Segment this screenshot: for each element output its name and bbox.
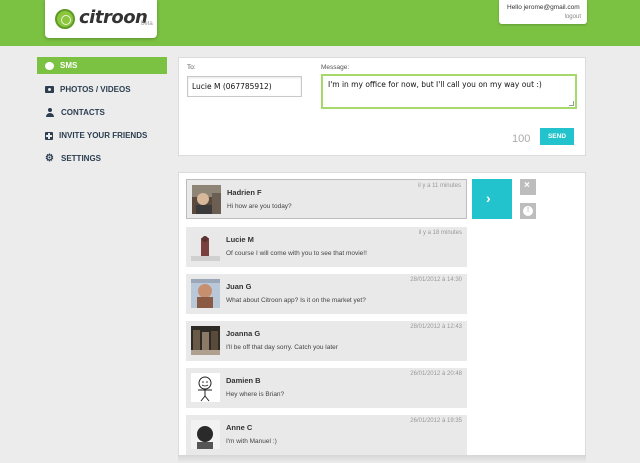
sidebar-item-settings[interactable]: ⚙ SETTINGS bbox=[37, 147, 167, 170]
chevron-right-icon: › bbox=[486, 190, 491, 206]
message-time: il y a 11 minutes bbox=[418, 183, 461, 189]
delete-conversation-button[interactable]: × bbox=[520, 179, 536, 195]
compose-panel: To: Lucie M (067785912) Message: I'm in … bbox=[178, 57, 586, 156]
sidebar-item-label: PHOTOS / VIDEOS bbox=[60, 85, 131, 94]
sidebar-item-sms[interactable]: SMS bbox=[37, 57, 167, 74]
sidebar-item-invite-friends[interactable]: INVITE YOUR FRIENDS bbox=[37, 124, 167, 147]
open-conversation-button[interactable]: › bbox=[472, 179, 512, 219]
contact-icon bbox=[45, 107, 55, 118]
message-time: 28/01/2012 à 12:43 bbox=[410, 324, 462, 330]
sms-bubble-icon bbox=[45, 61, 54, 70]
message-text: I'm in my office for now, but I'll call … bbox=[328, 80, 542, 89]
message-time: 26/01/2012 à 20:48 bbox=[410, 371, 462, 377]
message-time: 28/01/2012 à 14:30 bbox=[410, 277, 462, 283]
avatar bbox=[191, 420, 220, 449]
character-counter: 100 bbox=[512, 133, 531, 145]
info-icon: ! bbox=[523, 206, 533, 216]
message-time: 26/01/2012 à 19:35 bbox=[410, 418, 462, 424]
sidebar-item-label: INVITE YOUR FRIENDS bbox=[59, 131, 148, 140]
conversation-item[interactable]: Juan G What about Citroon app? Is it on … bbox=[186, 274, 467, 314]
message-preview: Hey where is Brian? bbox=[226, 391, 285, 398]
conversation-list: Hadrien F Hi how are you today? il y a 1… bbox=[178, 172, 586, 457]
logout-link[interactable]: logout bbox=[565, 14, 581, 20]
sidebar-item-label: CONTACTS bbox=[61, 108, 105, 117]
contact-name: Anne C bbox=[226, 423, 253, 432]
sidebar-item-photos-videos[interactable]: PHOTOS / VIDEOS bbox=[37, 78, 167, 101]
conversation-item[interactable]: Damien B Hey where is Brian? 26/01/2012 … bbox=[186, 368, 467, 408]
to-label: To: bbox=[187, 64, 196, 71]
contact-name: Hadrien F bbox=[227, 188, 262, 197]
message-preview: Hi how are you today? bbox=[227, 203, 292, 210]
avatar bbox=[191, 326, 220, 355]
sidebar-item-label: SMS bbox=[60, 61, 78, 70]
close-icon: × bbox=[524, 180, 530, 191]
hello-user-text: Hello jerome@gmail.com bbox=[507, 4, 580, 11]
avatar bbox=[191, 232, 220, 261]
conversation-item[interactable]: Hadrien F Hi how are you today? il y a 1… bbox=[186, 179, 467, 219]
conversation-item[interactable]: Joanna G I'll be off that day sorry. Cat… bbox=[186, 321, 467, 361]
contact-name: Joanna G bbox=[226, 329, 261, 338]
send-button[interactable]: SEND bbox=[540, 128, 574, 145]
logo[interactable]: citroon beta bbox=[45, 0, 157, 38]
sidebar-item-contacts[interactable]: CONTACTS bbox=[37, 101, 167, 124]
avatar bbox=[191, 373, 220, 402]
plus-icon bbox=[45, 131, 53, 140]
avatar bbox=[192, 185, 221, 214]
message-textarea[interactable]: I'm in my office for now, but I'll call … bbox=[321, 74, 577, 109]
sidebar-nav: SMS PHOTOS / VIDEOS CONTACTS INVITE YOUR… bbox=[37, 57, 167, 170]
conversation-item[interactable]: Lucie M Of course I will come with you t… bbox=[186, 227, 467, 267]
contact-name: Damien B bbox=[226, 376, 261, 385]
message-preview: What about Citroon app? Is it on the mar… bbox=[226, 297, 366, 304]
message-preview: Of course I will come with you to see th… bbox=[226, 250, 367, 257]
message-preview: I'm with Manuel :) bbox=[226, 438, 277, 445]
gear-icon: ⚙ bbox=[45, 152, 54, 164]
page-footer-shadow bbox=[178, 455, 586, 463]
top-header: citroon beta Hello jerome@gmail.com logo… bbox=[0, 0, 640, 46]
contact-name: Juan G bbox=[226, 282, 252, 291]
logo-text: citroon bbox=[79, 7, 148, 28]
message-preview: I'll be off that day sorry. Catch you la… bbox=[226, 344, 338, 351]
message-time: il y a 18 minutes bbox=[418, 230, 462, 236]
conversation-item[interactable]: Anne C I'm with Manuel :) 26/01/2012 à 1… bbox=[186, 415, 467, 455]
lime-icon bbox=[55, 9, 75, 29]
resize-handle-icon[interactable] bbox=[569, 101, 574, 106]
account-box: Hello jerome@gmail.com logout bbox=[499, 0, 587, 24]
message-label: Message: bbox=[321, 64, 350, 71]
beta-label: beta bbox=[141, 21, 153, 27]
conversation-info-button[interactable]: ! bbox=[520, 203, 536, 219]
recipient-field[interactable]: Lucie M (067785912) bbox=[187, 76, 302, 97]
sidebar-item-label: SETTINGS bbox=[61, 154, 102, 163]
contact-name: Lucie M bbox=[226, 235, 254, 244]
avatar bbox=[191, 279, 220, 308]
camera-icon bbox=[45, 86, 54, 93]
